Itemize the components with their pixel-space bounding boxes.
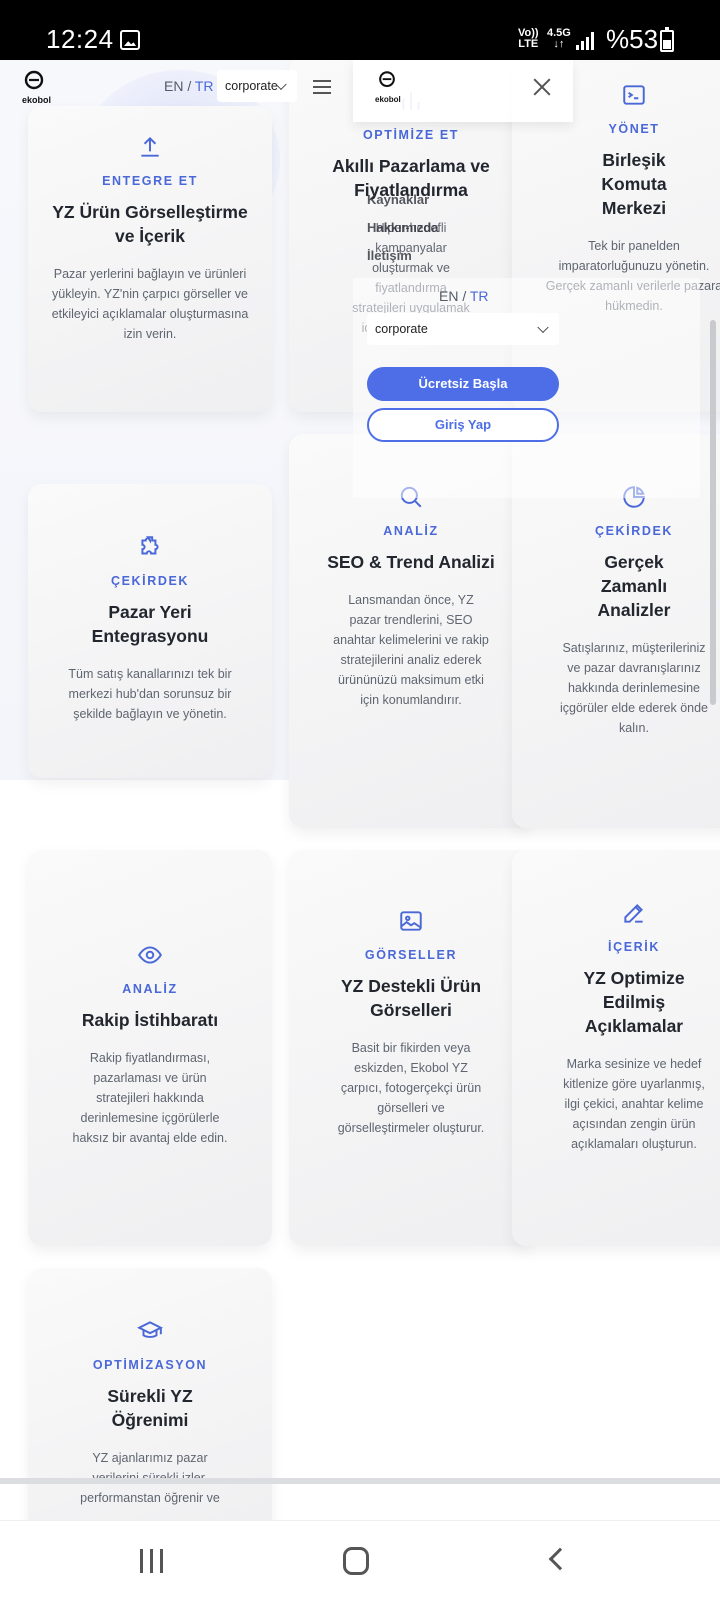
language-switch: EN / TR <box>164 78 214 94</box>
feature-card-marketplace-integration: ÇEKİRDEK Pazar Yeri Entegrasyonu Tüm sat… <box>28 484 272 778</box>
home-icon[interactable] <box>343 1547 369 1575</box>
menu-language-switch: EN / TR <box>439 288 489 304</box>
site-header: ekobol EN / TR corporate <box>0 60 360 120</box>
status-bar: 12:24 Vo)) LTE 4.5G ↓↑ %53 <box>0 0 720 60</box>
card-category: YÖNET <box>608 122 660 136</box>
card-category: İÇERİK <box>608 940 660 954</box>
lang-tr-link[interactable]: TR <box>195 78 214 94</box>
logo-icon <box>379 71 395 88</box>
vertical-scrollbar[interactable] <box>710 320 716 705</box>
menu-lang-tr-link[interactable]: TR <box>470 288 489 304</box>
volte-indicator: Vo)) LTE <box>518 27 539 50</box>
logo-text: ekobol <box>375 95 401 104</box>
feature-card-ai-product-images: GÖRSELLER YZ Destekli Ürün Görselleri Ba… <box>289 850 533 1246</box>
card-title: YZ Optimize Edilmiş Açıklamalar <box>583 968 685 1036</box>
signal-icon <box>576 32 596 50</box>
eye-icon <box>138 946 162 964</box>
card-title: Gerçek Zamanlı Analizler <box>597 552 671 620</box>
card-description: Marka sesinize ve hedef kitlenize göre u… <box>563 1057 705 1151</box>
image-icon <box>400 911 422 931</box>
card-title: SEO & Trend Analizi <box>327 552 495 572</box>
card-title: Birleşik Komuta Merkezi <box>601 150 667 218</box>
feature-card-ai-descriptions: İÇERİK YZ Optimize Edilmiş Açıklamalar M… <box>512 850 720 1246</box>
card-category: OPTİMİZASYON <box>92 1358 208 1372</box>
terminal-icon <box>623 85 645 105</box>
feature-card-competitor-intelligence: ANALİZ Rakip İstihbaratı Rakip fiyatland… <box>28 850 272 1246</box>
site-logo[interactable]: ekobol <box>20 70 51 105</box>
card-description: Satışlarınız, müşterileriniz ve pazar da… <box>559 641 709 735</box>
card-category: OPTİMİZE ET <box>362 128 460 142</box>
card-description: Pazar yerlerini bağlayın ve ürünleri yük… <box>51 267 249 341</box>
menu-link-resources[interactable]: Kaynaklar <box>367 192 429 207</box>
back-icon[interactable] <box>548 1547 572 1571</box>
logo-icon <box>24 70 44 90</box>
menu-logo[interactable]: ekobol <box>375 70 401 104</box>
card-description: Lansmandan önce, YZ pazar trendlerini, S… <box>333 593 489 707</box>
battery-percentage: %53 <box>606 24 659 54</box>
get-started-button[interactable]: Ücretsiz Başla <box>367 367 559 401</box>
card-title: Sürekli YZ Öğrenimi <box>107 1386 193 1430</box>
lang-en-link[interactable]: EN <box>164 78 183 94</box>
page-content: ENTEGRE ET YZ Ürün Görselleştirme ve İçe… <box>0 60 720 1520</box>
login-button[interactable]: Giriş Yap <box>367 408 559 442</box>
logo-text: ekobol <box>22 95 52 105</box>
card-category: GÖRSELLER <box>364 948 458 962</box>
network-indicator: 4.5G ↓↑ <box>547 27 571 50</box>
menu-workspace-select[interactable]: corporate <box>367 313 559 345</box>
feature-card-product-visualization: ENTEGRE ET YZ Ürün Görselleştirme ve İçe… <box>28 106 272 412</box>
system-navigation-bar <box>0 1520 720 1600</box>
close-icon[interactable] <box>533 78 551 96</box>
card-category: ÇEKİRDEK <box>110 574 190 588</box>
card-title: Rakip İstihbaratı <box>81 1010 219 1030</box>
menu-icon[interactable] <box>313 80 331 94</box>
mobile-menu-header: ekobol <box>353 60 573 122</box>
menu-link-contact[interactable]: İletişim <box>367 248 412 263</box>
card-category: ENTEGRE ET <box>102 174 198 188</box>
card-category: ANALİZ <box>122 982 178 996</box>
horizontal-scrollbar[interactable] <box>0 1478 720 1484</box>
card-category: ÇEKİRDEK <box>594 524 674 538</box>
workspace-select[interactable]: corporate <box>217 70 297 102</box>
card-title: Pazar Yeri Entegrasyonu <box>91 602 209 646</box>
menu-lang-en-link[interactable]: EN <box>439 288 458 304</box>
card-description: Tüm satış kanallarınızı tek bir merkezi … <box>68 667 232 721</box>
card-title: YZ Ürün Görselleştirme ve İçerik <box>52 202 248 246</box>
puzzle-icon <box>141 536 159 555</box>
battery-icon <box>660 27 674 52</box>
card-description: Basit bir fikirden veya eskizden, Ekobol… <box>337 1041 485 1135</box>
recent-apps-icon[interactable] <box>140 1549 166 1573</box>
status-time: 12:24 <box>46 24 114 54</box>
card-title: YZ Destekli Ürün Görselleri <box>340 976 482 1020</box>
menu-link-about[interactable]: Hakkımızda <box>367 220 439 235</box>
chevron-down-icon <box>537 321 549 334</box>
card-description: Rakip fiyatlandırması, pazarlaması ve ür… <box>72 1051 228 1145</box>
card-category: ANALİZ <box>383 524 439 538</box>
graduation-cap-icon <box>137 1321 163 1338</box>
gallery-notification-icon <box>120 30 140 50</box>
upload-icon <box>141 136 159 157</box>
edit-icon <box>624 904 643 923</box>
